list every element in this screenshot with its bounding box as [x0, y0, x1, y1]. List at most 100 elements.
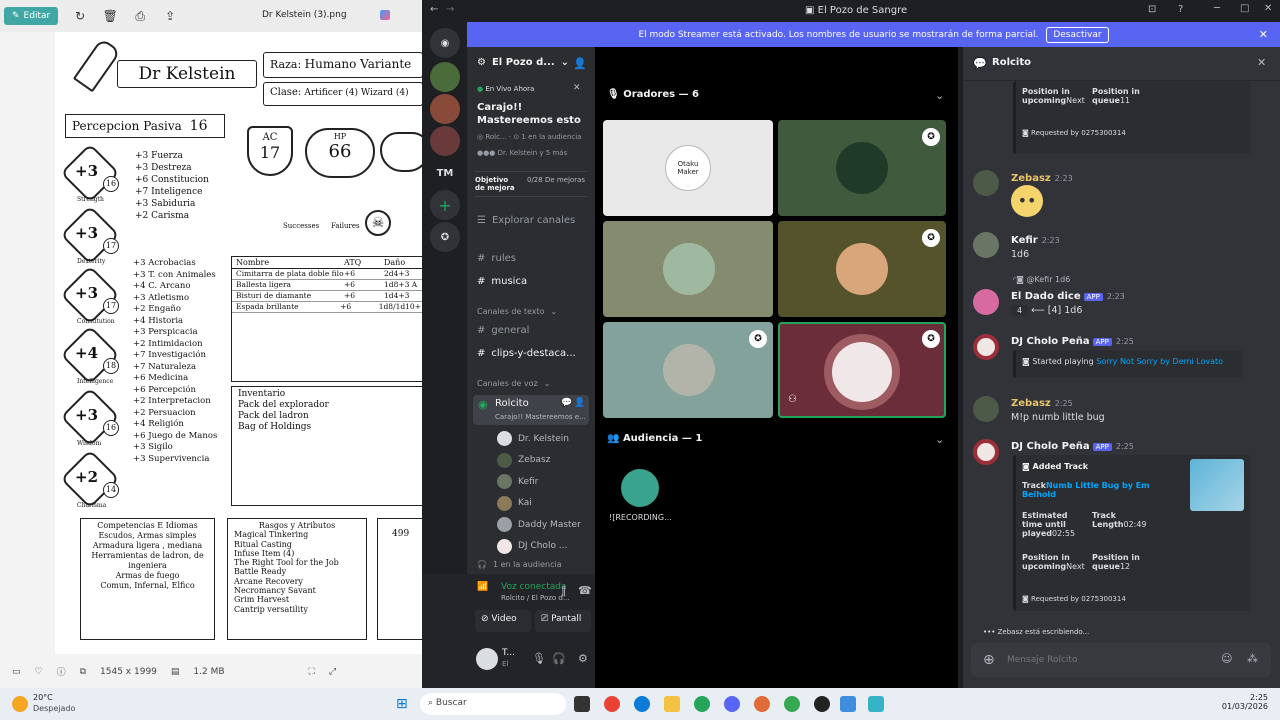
share-icon[interactable]: ⇪: [162, 8, 178, 24]
author-name[interactable]: Kefir: [1011, 235, 1038, 246]
user-avatar[interactable]: [973, 232, 999, 258]
author-name[interactable]: Zebasz: [1011, 398, 1051, 409]
filmstrip-icon[interactable]: ▭: [12, 667, 21, 677]
channel-clips[interactable]: # clips-y-destaca...: [477, 348, 576, 359]
chrome-icon[interactable]: [604, 696, 620, 712]
add-attachment-icon[interactable]: ⊕: [983, 652, 995, 668]
message-input[interactable]: [1007, 649, 1207, 671]
speaker-tile-active[interactable]: ✪ ⚇: [778, 322, 946, 418]
deactivate-button[interactable]: Desactivar: [1046, 26, 1109, 43]
headset-icon[interactable]: 🎧: [552, 652, 566, 665]
emoji-icon[interactable]: ☺: [1221, 652, 1232, 665]
speaker-tile[interactable]: [603, 221, 773, 317]
track-thumbnail[interactable]: [1190, 459, 1244, 511]
voice-user[interactable]: Kefir: [497, 474, 538, 489]
noise-suppression-icon[interactable]: ∥: [561, 584, 567, 597]
user-avatar[interactable]: [973, 170, 999, 196]
chrome-profile-icon[interactable]: [784, 696, 800, 712]
help-icon[interactable]: ?: [1178, 4, 1183, 15]
song-link[interactable]: Sorry Not Sorry by Demi Lovato: [1096, 357, 1223, 366]
audience-avatar[interactable]: [621, 469, 659, 507]
explore-channels[interactable]: ☰ Explorar canales: [477, 215, 575, 226]
voice-category[interactable]: Canales de voz ⌄: [477, 379, 550, 388]
voice-user[interactable]: Zebasz: [497, 452, 550, 468]
server-tm[interactable]: TM: [430, 158, 460, 188]
taskview-icon[interactable]: [574, 696, 590, 712]
invite-icon[interactable]: 👤: [573, 57, 587, 70]
voice-user[interactable]: Daddy Master: [497, 517, 581, 532]
server-icon[interactable]: [430, 62, 460, 92]
voice-channel-rolcito[interactable]: ◉ Rolcito Carajo!! Mastereemos e... 💬 👤: [473, 395, 589, 425]
user-avatar[interactable]: [973, 396, 999, 422]
voice-user[interactable]: Dr. Kelstein: [497, 431, 569, 446]
close-event-icon[interactable]: ✕: [573, 83, 581, 93]
user-avatar[interactable]: [476, 648, 498, 670]
taskbar-search[interactable]: ⌕ Buscar: [420, 693, 566, 715]
server-header[interactable]: ⚙ El Pozo d... ⌄: [477, 57, 569, 68]
chat-bubble-icon[interactable]: 💬: [561, 398, 572, 408]
channel-rules[interactable]: # rules: [477, 253, 516, 264]
disconnect-icon[interactable]: ☎: [578, 584, 592, 597]
server-icon[interactable]: [430, 94, 460, 124]
voice-user[interactable]: DJ Cholo ...: [497, 538, 567, 554]
close-chat-icon[interactable]: ✕: [1257, 56, 1266, 69]
weather-icon[interactable]: [12, 696, 28, 712]
speaker-tile[interactable]: Otaku Maker: [603, 120, 773, 216]
speakers-header[interactable]: 🎙 Oradores — 6: [607, 89, 699, 100]
speaker-tile[interactable]: ✪: [778, 120, 946, 216]
collapse-audience-icon[interactable]: ⌄: [935, 433, 944, 446]
screen-share-button[interactable]: ⎚ Pantall: [535, 610, 591, 632]
settings-gear-icon[interactable]: ⚙: [578, 652, 588, 665]
whatsapp-icon[interactable]: [694, 696, 710, 712]
server-icon[interactable]: [430, 126, 460, 156]
back-icon[interactable]: ←: [430, 4, 438, 15]
boost-goal[interactable]: Objetivo de mejora 0/28 De mejoras: [475, 171, 587, 197]
microphone-icon[interactable]: 🎙: [532, 652, 546, 665]
add-server-icon[interactable]: +: [430, 190, 460, 220]
rotate-icon[interactable]: ↻: [72, 8, 88, 24]
photos-icon[interactable]: [840, 696, 856, 712]
app-icon[interactable]: [814, 696, 830, 712]
apps-icon[interactable]: ⁂: [1247, 652, 1258, 665]
fullscreen-icon[interactable]: ⤢: [329, 667, 336, 677]
video-button[interactable]: ⊘ Video: [475, 610, 531, 632]
collapse-speakers-icon[interactable]: ⌄: [935, 89, 944, 102]
add-member-icon[interactable]: 👤: [574, 398, 585, 408]
voice-user[interactable]: Kai: [497, 495, 532, 511]
chrome-profile-icon[interactable]: [754, 696, 770, 712]
minimize-icon[interactable]: ─: [1214, 3, 1220, 14]
fit-icon[interactable]: ⛶: [309, 667, 315, 677]
discord-home-icon[interactable]: ◉: [430, 28, 460, 58]
clock[interactable]: 2:25 01/03/2026: [1222, 693, 1268, 711]
close-banner-icon[interactable]: ✕: [1259, 28, 1268, 41]
delete-icon[interactable]: 🗑: [102, 8, 118, 24]
windows-start-icon[interactable]: ⊞: [396, 696, 412, 712]
discord-taskbar-icon[interactable]: [724, 696, 740, 712]
bot-avatar[interactable]: [973, 439, 999, 465]
author-name[interactable]: DJ Cholo Peña: [1011, 336, 1090, 347]
text-category[interactable]: Canales de texto ⌄: [477, 307, 557, 316]
audience-header[interactable]: 👥 Audiencia — 1: [607, 433, 702, 444]
notepad-icon[interactable]: [868, 696, 884, 712]
maximize-icon[interactable]: □: [1240, 3, 1249, 14]
author-name[interactable]: Zebasz: [1011, 173, 1051, 184]
inbox-icon[interactable]: ⊡: [1148, 4, 1156, 15]
print-icon[interactable]: ⎙: [132, 8, 148, 24]
bot-avatar[interactable]: [973, 334, 999, 360]
speaker-tile[interactable]: ✪: [603, 322, 773, 418]
close-icon[interactable]: ✕: [1264, 3, 1272, 14]
speaker-tile[interactable]: ✪: [778, 221, 946, 317]
bot-avatar[interactable]: [973, 289, 999, 315]
channel-musica[interactable]: # musica: [477, 276, 527, 287]
edge-icon[interactable]: [634, 696, 650, 712]
reply-preview[interactable]: ◜◙ @Kefir 1d6: [1013, 275, 1070, 284]
info-icon[interactable]: ⓘ: [57, 665, 66, 678]
favorite-icon[interactable]: ♡: [35, 667, 43, 677]
author-name[interactable]: El Dado dice: [1011, 291, 1081, 302]
forward-icon[interactable]: →: [446, 4, 454, 15]
channel-general[interactable]: # general: [477, 325, 529, 336]
edit-button[interactable]: ✎ Editar: [4, 7, 59, 25]
file-explorer-icon[interactable]: [664, 696, 680, 712]
author-name[interactable]: DJ Cholo Peña: [1011, 441, 1090, 452]
explore-icon[interactable]: ✪: [430, 222, 460, 252]
